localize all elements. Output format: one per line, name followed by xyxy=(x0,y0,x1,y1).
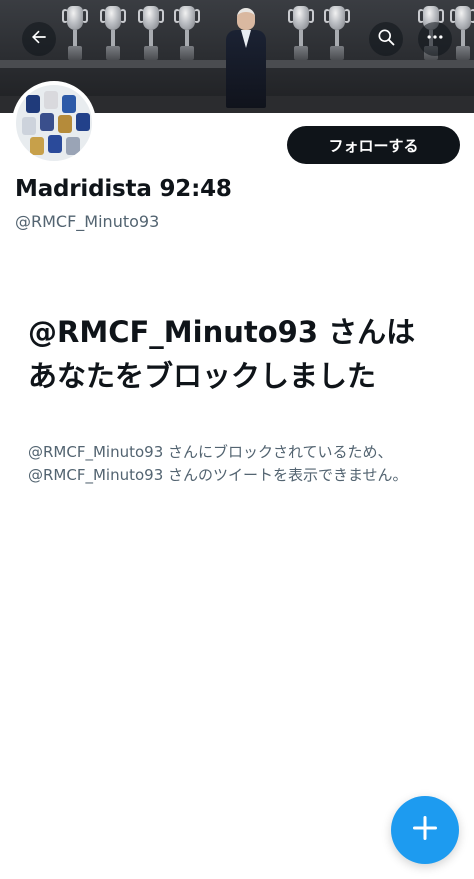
trophy-image xyxy=(288,6,314,60)
trophy-image xyxy=(450,6,474,60)
follow-button[interactable]: フォローする xyxy=(287,126,460,164)
more-options-button[interactable] xyxy=(418,22,452,56)
user-handle: @RMCF_Minuto93 xyxy=(15,212,160,231)
more-icon xyxy=(425,27,445,51)
trophy-image xyxy=(324,6,350,60)
compose-tweet-button[interactable] xyxy=(391,796,459,864)
trophy-image xyxy=(174,6,200,60)
display-name: Madridista 92:48 xyxy=(15,176,232,202)
blocked-description: @RMCF_Minuto93 さんにブロックされているため、@RMCF_Minu… xyxy=(28,443,408,484)
profile-screen: フォローする Madridista 92:48 @RMCF_Minuto93 @… xyxy=(0,0,474,879)
trophy-image xyxy=(62,6,88,60)
avatar[interactable] xyxy=(12,81,96,165)
search-button[interactable] xyxy=(369,22,403,56)
plus-icon xyxy=(411,814,439,846)
back-arrow-icon xyxy=(29,27,49,51)
back-button[interactable] xyxy=(22,22,56,56)
banner-person xyxy=(222,8,270,108)
blocked-title: @RMCF_Minuto93 さんはあなたをブロックしました xyxy=(28,315,416,393)
search-icon xyxy=(376,27,396,51)
trophy-image xyxy=(100,6,126,60)
trophy-image xyxy=(138,6,164,60)
